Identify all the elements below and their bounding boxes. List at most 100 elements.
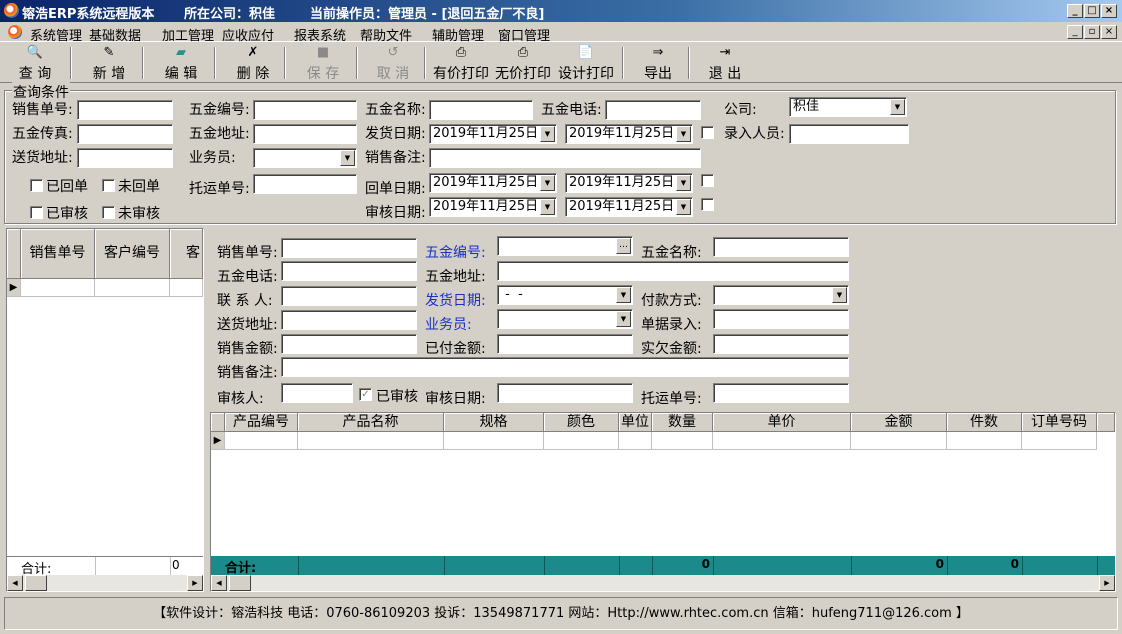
close-button[interactable]: ×: [1101, 4, 1117, 18]
company-select[interactable]: 积佳 ▼: [789, 97, 907, 117]
chevron-down-icon[interactable]: ▼: [676, 126, 691, 142]
print-without-price-button[interactable]: ⎙ 无价打印: [494, 45, 552, 82]
mdi-minimize-button[interactable]: _: [1067, 25, 1083, 39]
audited-checkbox[interactable]: [30, 206, 43, 219]
col-unit-price[interactable]: 单价: [713, 413, 851, 432]
print-with-price-button[interactable]: ⎙ 有价打印: [432, 45, 490, 82]
new-button[interactable]: ✎ 新 增: [88, 45, 130, 82]
audit-date-checkbox[interactable]: [701, 198, 714, 211]
table-cell[interactable]: [21, 279, 95, 297]
menu-help[interactable]: 帮助文件: [360, 25, 412, 44]
col-amount[interactable]: 金额: [851, 413, 947, 432]
detail-salesman-select[interactable]: ▼: [497, 309, 633, 329]
chevron-down-icon[interactable]: ▼: [676, 175, 691, 191]
scroll-left-icon[interactable]: ◀: [7, 575, 23, 591]
col-unit[interactable]: 单位: [619, 413, 652, 432]
chevron-down-icon[interactable]: ▼: [616, 287, 631, 303]
menu-window[interactable]: 窗口管理: [498, 25, 550, 44]
query-hw-addr-input[interactable]: [253, 124, 357, 144]
detail-deliver-addr-input[interactable]: [281, 310, 417, 330]
ship-date-checkbox[interactable]: [701, 126, 714, 139]
query-button[interactable]: 🔍 查 询: [14, 45, 56, 82]
detail-sale-no-input[interactable]: [281, 238, 417, 258]
not-returned-checkbox[interactable]: [102, 179, 115, 192]
table-cell[interactable]: [1022, 432, 1097, 450]
menu-processing[interactable]: 加工管理: [162, 25, 214, 44]
col-order-no[interactable]: 订单号码: [1022, 413, 1097, 432]
left-horizontal-scrollbar[interactable]: ◀ ▶: [7, 575, 203, 591]
query-hw-name-input[interactable]: [429, 100, 533, 120]
edit-button[interactable]: ▰ 编 辑: [160, 45, 202, 82]
menu-basic-data[interactable]: 基础数据: [89, 25, 141, 44]
detail-hw-phone-input[interactable]: [281, 261, 417, 281]
return-date-to-picker[interactable]: 2019年11月25日 ▼: [565, 173, 693, 193]
exit-button[interactable]: ⇥ 退 出: [704, 45, 746, 82]
table-cell[interactable]: [95, 279, 170, 297]
query-hw-fax-input[interactable]: [77, 124, 173, 144]
query-sale-no-input[interactable]: [77, 100, 173, 120]
chevron-down-icon[interactable]: ▼: [340, 150, 355, 166]
query-hw-no-input[interactable]: [253, 100, 357, 120]
col-pieces[interactable]: 件数: [947, 413, 1022, 432]
table-cell[interactable]: [713, 432, 851, 450]
ship-date-from-picker[interactable]: 2019年11月25日 ▼: [429, 124, 557, 144]
table-cell[interactable]: [170, 279, 203, 297]
col-product-name[interactable]: 产品名称: [298, 413, 444, 432]
detail-doc-entry-input[interactable]: [713, 309, 849, 329]
detail-hw-addr-input[interactable]: [497, 261, 849, 281]
chevron-down-icon[interactable]: ▼: [890, 99, 905, 115]
export-button[interactable]: ⇒ 导出: [640, 45, 676, 82]
detail-freight-no-input[interactable]: [713, 383, 849, 403]
query-entry-user-input[interactable]: [789, 124, 909, 144]
col-customer-no[interactable]: 客户编号: [95, 229, 170, 279]
chevron-down-icon[interactable]: ▼: [832, 287, 847, 303]
maximize-button[interactable]: □: [1084, 4, 1100, 18]
scroll-thumb[interactable]: [25, 575, 47, 591]
audit-date-from-picker[interactable]: 2019年11月25日 ▼: [429, 197, 557, 217]
query-sale-remark-input[interactable]: [429, 148, 701, 168]
col-spec[interactable]: 规格: [444, 413, 544, 432]
query-hw-phone-input[interactable]: [605, 100, 701, 120]
system-menu-icon[interactable]: [8, 25, 22, 39]
items-horizontal-scrollbar[interactable]: ◀ ▶: [211, 575, 1115, 591]
items-grid[interactable]: 产品编号 产品名称 规格 颜色 单位 数量 单价 金额 件数 订单号码 ▶ 合计…: [210, 412, 1116, 592]
col-product-no[interactable]: 产品编号: [225, 413, 298, 432]
detail-contact-input[interactable]: [281, 286, 417, 306]
menu-system[interactable]: 系统管理: [30, 25, 82, 44]
detail-sale-amount-input[interactable]: [281, 334, 417, 354]
scroll-right-icon[interactable]: ▶: [1099, 575, 1115, 591]
cancel-button[interactable]: ↺ 取 消: [372, 45, 414, 82]
menu-receivable-payable[interactable]: 应收应付: [222, 25, 274, 44]
table-cell[interactable]: [619, 432, 652, 450]
detail-paid-amount-input[interactable]: [497, 334, 633, 354]
table-cell[interactable]: [947, 432, 1022, 450]
menu-reports[interactable]: 报表系统: [294, 25, 346, 44]
query-salesman-select[interactable]: ▼: [253, 148, 357, 168]
chevron-down-icon[interactable]: ▼: [540, 175, 555, 191]
print-design-button[interactable]: 📄 设计打印: [557, 45, 615, 82]
ship-date-to-picker[interactable]: 2019年11月25日 ▼: [565, 124, 693, 144]
col-sale-no[interactable]: 销售单号: [21, 229, 95, 279]
table-cell[interactable]: [652, 432, 713, 450]
table-cell[interactable]: [225, 432, 298, 450]
delete-button[interactable]: ✗ 删 除: [232, 45, 274, 82]
return-date-from-picker[interactable]: 2019年11月25日 ▼: [429, 173, 557, 193]
not-audited-checkbox[interactable]: [102, 206, 115, 219]
mdi-close-button[interactable]: ×: [1101, 25, 1117, 39]
chevron-down-icon[interactable]: ▼: [676, 199, 691, 215]
returned-checkbox[interactable]: [30, 179, 43, 192]
ellipsis-lookup-icon[interactable]: …: [616, 238, 631, 254]
menu-auxiliary[interactable]: 辅助管理: [432, 25, 484, 44]
mdi-restore-button[interactable]: ▫: [1084, 25, 1100, 39]
detail-audited-checkbox[interactable]: ✓: [359, 388, 372, 401]
detail-owed-amount-input[interactable]: [713, 334, 849, 354]
audit-date-to-picker[interactable]: 2019年11月25日 ▼: [565, 197, 693, 217]
detail-audit-date-input[interactable]: [497, 383, 633, 403]
detail-hw-no-input[interactable]: …: [497, 236, 633, 256]
col-quantity[interactable]: 数量: [652, 413, 713, 432]
detail-sale-remark-input[interactable]: [281, 357, 849, 377]
scroll-right-icon[interactable]: ▶: [187, 575, 203, 591]
detail-auditor-input[interactable]: [281, 383, 353, 403]
col-color[interactable]: 颜色: [544, 413, 619, 432]
detail-hw-name-input[interactable]: [713, 237, 849, 257]
